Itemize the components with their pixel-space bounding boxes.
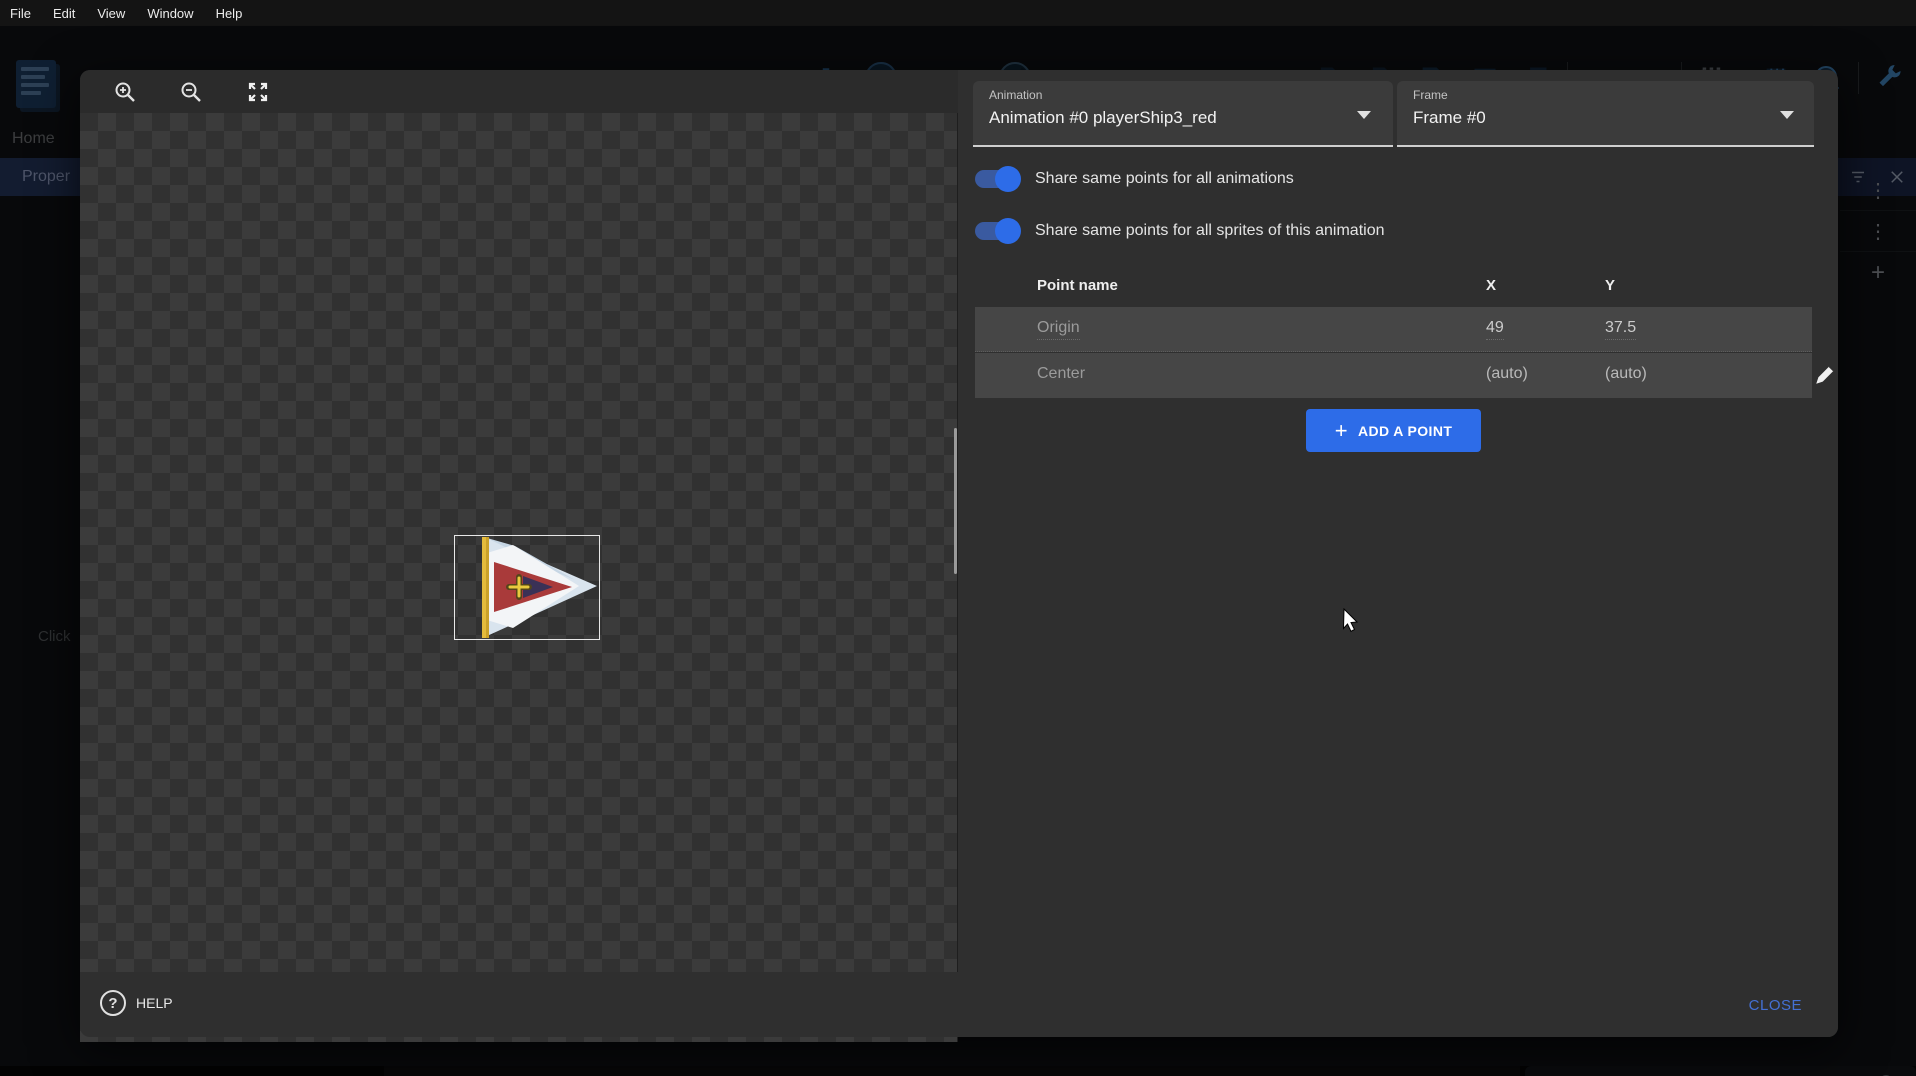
point-y-field[interactable]: (auto) (1605, 365, 1647, 383)
point-y-field[interactable]: 37.5 (1605, 319, 1636, 340)
menu-window[interactable]: Window (147, 6, 205, 21)
point-row-center[interactable]: Center (auto) (auto) (975, 353, 1812, 398)
point-x-field[interactable]: 49 (1486, 319, 1504, 340)
frame-select-label: Frame (1413, 88, 1448, 102)
share-points-all-sprites-toggle[interactable] (975, 222, 1019, 240)
point-name-field[interactable]: Origin (1037, 319, 1080, 340)
zoom-in-icon[interactable] (110, 77, 140, 107)
close-button[interactable]: CLOSE (1743, 996, 1808, 1015)
menu-help[interactable]: Help (216, 6, 255, 21)
sprite-selection-box[interactable] (454, 535, 600, 640)
add-a-point-button[interactable]: + ADD A POINT (1306, 409, 1481, 452)
question-mark-icon: ? (100, 990, 126, 1016)
plus-icon: + (1335, 420, 1348, 442)
help-button[interactable]: ? HELP (100, 990, 173, 1016)
point-x-field[interactable]: (auto) (1486, 365, 1528, 383)
menu-file[interactable]: File (10, 6, 43, 21)
share-points-all-sprites-row: Share same points for all sprites of thi… (975, 217, 1385, 245)
menu-edit[interactable]: Edit (53, 6, 87, 21)
animation-select[interactable]: Animation Animation #0 playerShip3_red (973, 81, 1393, 147)
point-row-origin[interactable]: Origin 49 37.5 (975, 307, 1812, 352)
fit-to-screen-icon[interactable] (243, 77, 273, 107)
column-header-y: Y (1605, 277, 1615, 294)
column-header-x: X (1486, 277, 1496, 294)
share-points-all-animations-toggle[interactable] (975, 170, 1019, 188)
player-ship-sprite[interactable] (455, 536, 599, 639)
toggle-label: Share same points for all sprites of thi… (1035, 222, 1385, 240)
point-name-field[interactable]: Center (1037, 365, 1085, 383)
mouse-cursor (1342, 608, 1362, 634)
frame-select[interactable]: Frame Frame #0 (1397, 81, 1814, 147)
chevron-down-icon (1780, 111, 1794, 119)
edit-pencil-icon[interactable] (1813, 361, 1839, 387)
animation-select-value: Animation #0 playerShip3_red (989, 108, 1217, 128)
edit-points-dialog: Animation Animation #0 playerShip3_red F… (80, 70, 1838, 1037)
share-points-all-animations-row: Share same points for all animations (975, 165, 1294, 193)
add-a-point-label: ADD A POINT (1358, 423, 1452, 439)
sprite-canvas[interactable] (80, 113, 958, 1042)
chevron-down-icon (1357, 111, 1371, 119)
menu-bar: File Edit View Window Help (0, 0, 1916, 26)
screen: File Edit View Window Help PREVIEW PUBLI… (0, 0, 1916, 1076)
dialog-footer: ? HELP CLOSE (80, 972, 1838, 1037)
help-label: HELP (136, 995, 173, 1011)
toggle-label: Share same points for all animations (1035, 170, 1294, 188)
menu-view[interactable]: View (97, 6, 137, 21)
animation-select-label: Animation (989, 88, 1042, 102)
canvas-toolbar (80, 70, 958, 113)
column-header-point-name: Point name (1037, 277, 1118, 294)
zoom-out-icon[interactable] (176, 77, 206, 107)
frame-select-value: Frame #0 (1413, 108, 1486, 128)
canvas-scrollbar[interactable] (954, 428, 957, 574)
